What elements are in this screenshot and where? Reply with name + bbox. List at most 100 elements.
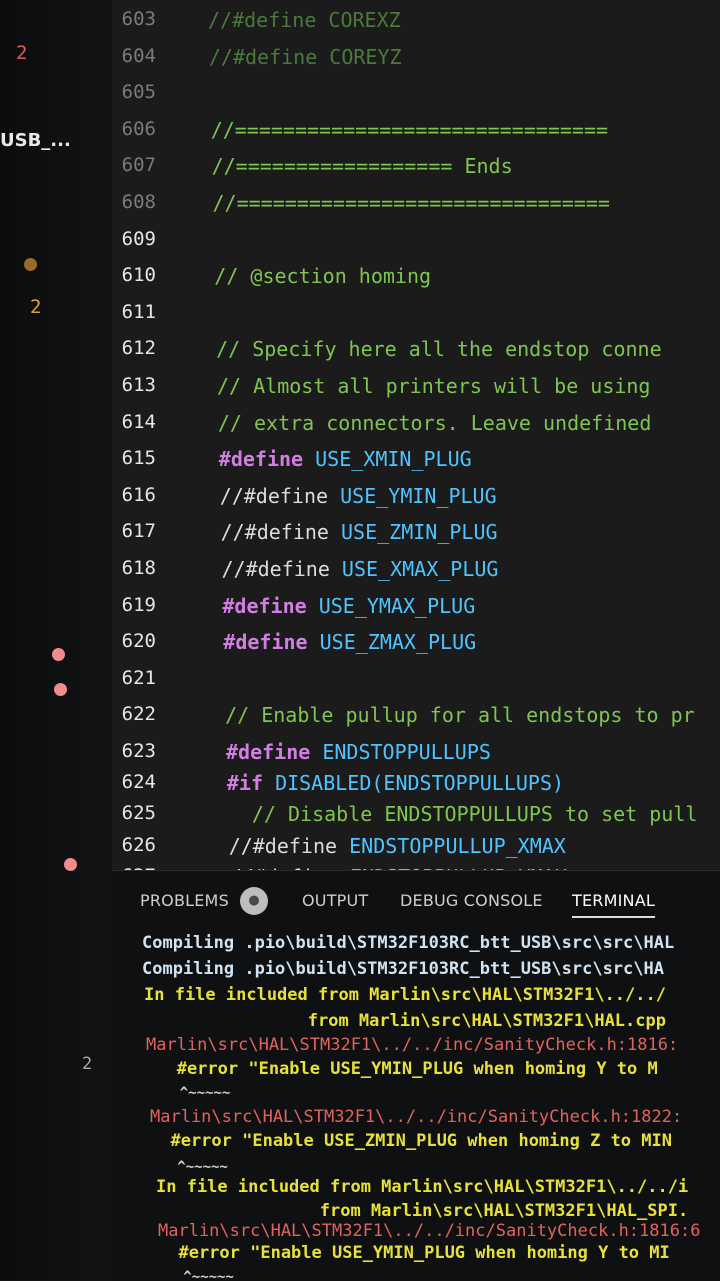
line-number: 603 <box>121 8 156 30</box>
keyword-token: #define <box>218 447 316 472</box>
code-line[interactable]: 613 // Almost all printers will be using <box>112 374 720 404</box>
keyword-token: #define <box>226 740 323 764</box>
identifier-token: USE_YMIN_PLUG <box>340 483 497 508</box>
identifier-token: USE_YMAX_PLUG <box>318 593 476 618</box>
code-text: //#define USE_XMAX_PLUG <box>222 557 499 581</box>
code-text: //#define USE_ZMIN_PLUG <box>221 520 498 544</box>
line-number: 624 <box>121 771 156 794</box>
code-line[interactable]: 624 #if DISABLED(ENDSTOPPULLUPS) <box>112 771 720 801</box>
code-line[interactable]: 608 //=============================== <box>112 191 720 221</box>
bottom-panel: PROBLEMS ● OUTPUT DEBUG CONSOLE TERMINAL… <box>112 870 720 1281</box>
code-line[interactable]: 620 #define USE_ZMAX_PLUG <box>112 630 720 660</box>
code-line[interactable]: 610 // @section homing <box>112 264 720 294</box>
code-text: // Disable ENDSTOPPULLUPS to set pull <box>227 802 698 827</box>
terminal-line: ^~~~~~ <box>158 1269 234 1281</box>
code-text: //#define ENDSTOPPULLUP_XMAX <box>229 834 566 858</box>
line-number: 609 <box>121 227 156 250</box>
line-number: 607 <box>121 154 156 177</box>
terminal-line: #error "Enable USE_ZMIN_PLUG when homing… <box>150 1131 672 1151</box>
breakpoint-dot-icon[interactable] <box>52 648 65 661</box>
code-line[interactable]: 618 //#define USE_XMAX_PLUG <box>112 557 720 587</box>
line-number: 615 <box>121 447 156 470</box>
code-text: #define ENDSTOPPULLUPS <box>226 740 491 764</box>
keyword-token: #define <box>222 593 319 618</box>
terminal-line: Compiling .pio\build\STM32F103RC_btt_USB… <box>142 959 664 979</box>
line-number: 612 <box>121 337 156 360</box>
identifier-token: USE_ZMIN_PLUG <box>341 520 498 545</box>
breakpoint-dot-icon[interactable] <box>54 683 67 696</box>
code-line[interactable]: 606 //=============================== <box>112 118 720 148</box>
code-line[interactable]: 623 #define ENDSTOPPULLUPS <box>112 740 720 770</box>
keyword-token: //#define <box>221 557 342 581</box>
code-text: // Almost all printers will be using <box>217 374 651 398</box>
code-editor[interactable]: 603//#define COREXZ 604//#define COREYZ 60… <box>112 0 720 870</box>
code-line[interactable]: 607 //================== Ends <box>112 154 720 184</box>
keyword-token: #define <box>223 630 320 655</box>
panel-tabs: PROBLEMS ● OUTPUT DEBUG CONSOLE TERMINAL <box>112 871 720 929</box>
line-number: 620 <box>121 630 156 653</box>
terminal-line: from Marlin\src\HAL\STM32F1\HAL.cpp <box>144 1011 666 1031</box>
line-number: 613 <box>121 374 156 396</box>
identifier-token: ENDSTOPPULLUPS <box>322 740 491 764</box>
explorer-sidebar: 2 USB_... 2 2 <box>0 0 112 1280</box>
code-text: #define USE_XMIN_PLUG <box>219 447 472 471</box>
code-text: #define USE_ZMAX_PLUG <box>223 630 476 654</box>
tab-debug-console[interactable]: DEBUG CONSOLE <box>400 891 543 910</box>
identifier-token: DISABLED(ENDSTOPPULLUPS) <box>275 771 565 796</box>
line-number: 604 <box>121 44 156 67</box>
breakpoint-dot-icon[interactable] <box>64 858 77 871</box>
identifier-token: USE_ZMAX_PLUG <box>319 630 477 655</box>
terminal-line: ^~~~~~ <box>152 1159 228 1175</box>
terminal-line: from Marlin\src\HAL\STM32F1\HAL_SPI. <box>156 1201 689 1221</box>
terminal-line: #error "Enable USE_YMIN_PLUG when homing… <box>158 1243 670 1263</box>
code-line[interactable]: 619 #define USE_YMAX_PLUG <box>112 594 720 624</box>
code-text: //#define COREXZ <box>208 8 401 32</box>
code-text: //================== Ends <box>211 154 513 179</box>
code-line[interactable]: 615 #define USE_XMIN_PLUG <box>112 447 720 477</box>
line-number: 614 <box>121 410 156 433</box>
line-number: 623 <box>121 740 156 762</box>
code-text: //#define USE_YMIN_PLUG <box>220 484 497 508</box>
code-text: //#define COREYZ <box>208 44 402 69</box>
code-line[interactable]: 621 <box>112 667 720 697</box>
warning-count-badge: 2 <box>30 296 42 318</box>
code-line[interactable]: 611 <box>112 301 720 331</box>
line-number: 619 <box>121 593 156 616</box>
identifier-token: USE_XMAX_PLUG <box>341 557 499 581</box>
error-count-badge: 2 <box>82 1054 93 1074</box>
code-text: #define USE_YMAX_PLUG <box>222 594 475 618</box>
line-number: 606 <box>121 117 156 140</box>
code-line[interactable]: 617 //#define USE_ZMIN_PLUG <box>112 520 720 550</box>
code-text: //=============================== <box>212 191 610 215</box>
code-line[interactable]: 605 <box>112 81 720 111</box>
terminal-line: Marlin\src\HAL\STM32F1\../../inc/SanityC… <box>158 1221 701 1241</box>
terminal-line: Compiling .pio\build\STM32F103RC_btt_USB… <box>142 933 675 953</box>
code-text: // Enable pullup for all endstops to pr <box>225 703 695 728</box>
tab-problems[interactable]: PROBLEMS <box>140 891 229 910</box>
problems-count-badge: ● <box>240 887 268 915</box>
code-line[interactable]: 616 //#define USE_YMIN_PLUG <box>112 484 720 514</box>
code-line[interactable]: 625 // Disable ENDSTOPPULLUPS to set pul… <box>112 802 720 832</box>
code-line[interactable]: 609 <box>112 228 720 258</box>
code-text: #if DISABLED(ENDSTOPPULLUPS) <box>227 771 564 795</box>
terminal-line: #error "Enable USE_YMIN_PLUG when homing… <box>146 1059 658 1079</box>
identifier-token: ENDSTOPPULLUP_XMAX <box>349 833 566 858</box>
modified-dot-icon <box>24 258 37 271</box>
terminal-line: In file included from Marlin\src\HAL\STM… <box>156 1177 689 1197</box>
keyword-token: //#define <box>220 520 342 545</box>
code-line[interactable]: 604 //#define COREYZ <box>112 45 720 75</box>
line-number: 616 <box>121 483 156 506</box>
code-line[interactable]: 622 // Enable pullup for all endstops to … <box>112 703 720 733</box>
code-text: // @section homing <box>214 264 432 289</box>
identifier-token: USE_XMIN_PLUG <box>315 447 472 472</box>
line-number: 617 <box>121 520 156 543</box>
tab-terminal[interactable]: TERMINAL <box>572 891 655 918</box>
code-line[interactable]: 612 // Specify here all the endstop conne <box>112 337 720 367</box>
problem-count-badge: 2 <box>16 42 28 64</box>
code-line[interactable]: 603 //#define COREXZ <box>112 8 720 38</box>
line-number: 626 <box>121 833 156 856</box>
code-line[interactable]: 626 //#define ENDSTOPPULLUP_XMAX <box>112 834 720 864</box>
explorer-file-item[interactable]: USB_... <box>0 130 71 151</box>
code-line[interactable]: 614 // extra connectors. Leave undefined <box>112 411 720 441</box>
tab-output[interactable]: OUTPUT <box>302 891 368 910</box>
